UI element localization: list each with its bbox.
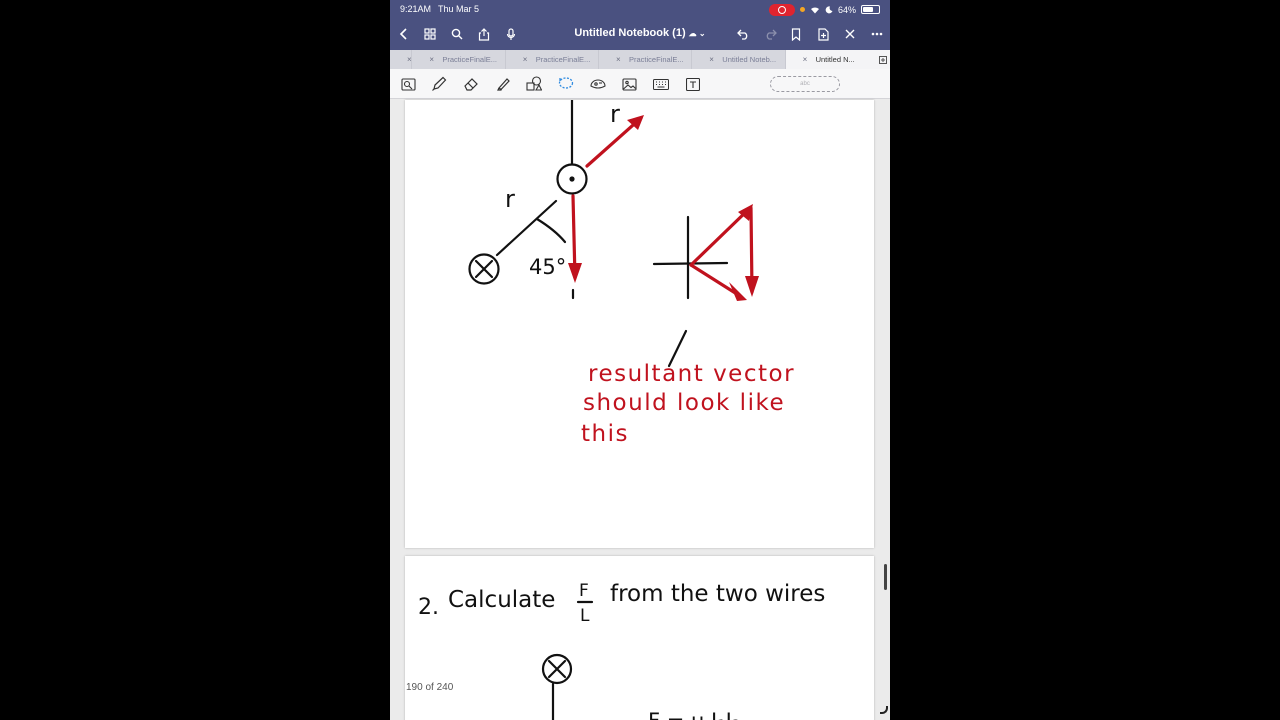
tab-close-icon[interactable]: × [709,50,714,69]
fraction-denominator: L [580,606,590,626]
mic-indicator-icon [799,7,805,12]
tab-label: PracticeFinalE... [442,55,497,64]
shapes-icon[interactable] [525,75,543,93]
ipad-screen: 9:21AM Thu Mar 5 64% Untitled Notebook (… [390,0,890,720]
tab-close-icon[interactable]: × [616,50,621,69]
tab-practice-final-1[interactable]: × PracticeFinalE... [412,50,506,69]
add-tab-icon[interactable] [876,50,890,69]
resultant-vector-line [689,263,742,298]
label-r-top: r [610,100,620,128]
back-icon[interactable] [394,24,414,44]
bookmark-icon[interactable] [786,24,806,44]
wire-x-mark [474,259,494,279]
grid-view-icon[interactable] [420,24,440,44]
tab-close-icon[interactable]: × [429,50,434,69]
question-text-a: Calculate [448,587,555,613]
scrollbar-thumb[interactable] [884,564,887,590]
force-vectors [571,116,754,298]
tab-bar: × × PracticeFinalE... × PracticeFinalE... … [390,50,890,69]
tab-practice-final-2[interactable]: × PracticeFinalE... [506,50,599,69]
partial-equation: F = μ I₁I₂ [648,709,740,720]
sticker-icon[interactable] [589,75,607,93]
text-tool-icon[interactable] [684,75,702,93]
question-number: 2. [418,595,439,620]
more-options-icon[interactable] [867,24,887,44]
note-line-3: this [581,421,629,447]
pen-icon[interactable] [430,75,448,93]
zoom-icon[interactable] [399,75,417,93]
microphone-icon[interactable] [501,24,521,44]
eraser-icon[interactable] [462,75,480,93]
wire-dot [569,176,575,182]
page1-drawing: r r 45° resultant vector should look lik… [468,100,795,447]
tab-close-icon[interactable]: × [407,50,411,69]
note-line-2: should look like [583,390,785,416]
tab-label: Untitled N... [815,55,855,64]
wifi-icon [810,6,819,13]
tab-close-icon[interactable]: × [523,50,528,69]
notebook-title-text: Untitled Notebook (1) [574,27,686,39]
status-indicators: 64% [768,3,880,16]
close-icon[interactable] [840,24,860,44]
top-bar: 9:21AM Thu Mar 5 64% Untitled Notebook (… [390,0,890,50]
undo-icon[interactable] [733,24,753,44]
cloud-sync-icon: ☁ ⌄ [688,29,706,38]
search-icon[interactable] [447,24,467,44]
scroll-corner-mark [880,706,888,714]
toolbar-search-field[interactable]: abc [770,76,840,92]
share-icon[interactable] [474,24,494,44]
question-text-b: from the two wires [610,581,825,607]
tab-untitled-active[interactable]: × Untitled N... [785,50,877,69]
wire-x-mark-2 [547,659,567,679]
keyboard-icon[interactable] [652,75,670,93]
vector-small-up-right [689,206,752,267]
highlighter-icon[interactable] [494,75,512,93]
angle-label: 45° [529,255,566,279]
battery-icon [861,5,880,14]
tab-practice-final-3[interactable]: × PracticeFinalE... [599,50,693,69]
tab-label: PracticeFinalE... [628,55,684,64]
redo-icon[interactable] [760,24,780,44]
label-r-left: r [505,185,515,213]
angle-arc [535,217,567,244]
image-icon[interactable] [620,75,638,93]
tab-untitled-notebook[interactable]: × Untitled Noteb... [692,50,786,69]
page-counter: 190 of 240 [406,682,454,693]
moon-icon [825,5,833,13]
page2-drawing: 2. Calculate F L from the two wires F = … [418,581,825,720]
notebook-page-1[interactable]: r r 45° resultant vector should look lik… [405,100,874,548]
notebook-page-2[interactable]: 2. Calculate F L from the two wires F = … [405,556,874,720]
tab-label: PracticeFinalE... [535,55,591,64]
battery-percent: 64% [837,4,856,15]
tab-partial[interactable]: × [390,50,413,69]
vector-arrowheads [568,115,759,301]
tab-close-icon[interactable]: × [803,50,808,69]
screen-recording-icon [768,3,795,16]
add-page-icon[interactable] [813,24,833,44]
note-line-1: resultant vector [588,361,795,387]
tab-label: Untitled Noteb... [722,55,777,64]
status-time: 9:21AM [400,4,432,14]
notebook-title[interactable]: Untitled Notebook (1) ☁ ⌄ [540,27,740,39]
wire-diagram [468,100,729,368]
fraction-numerator: F [579,581,589,601]
status-date: Thu Mar 5 [438,4,480,14]
lasso-icon[interactable] [557,75,575,93]
